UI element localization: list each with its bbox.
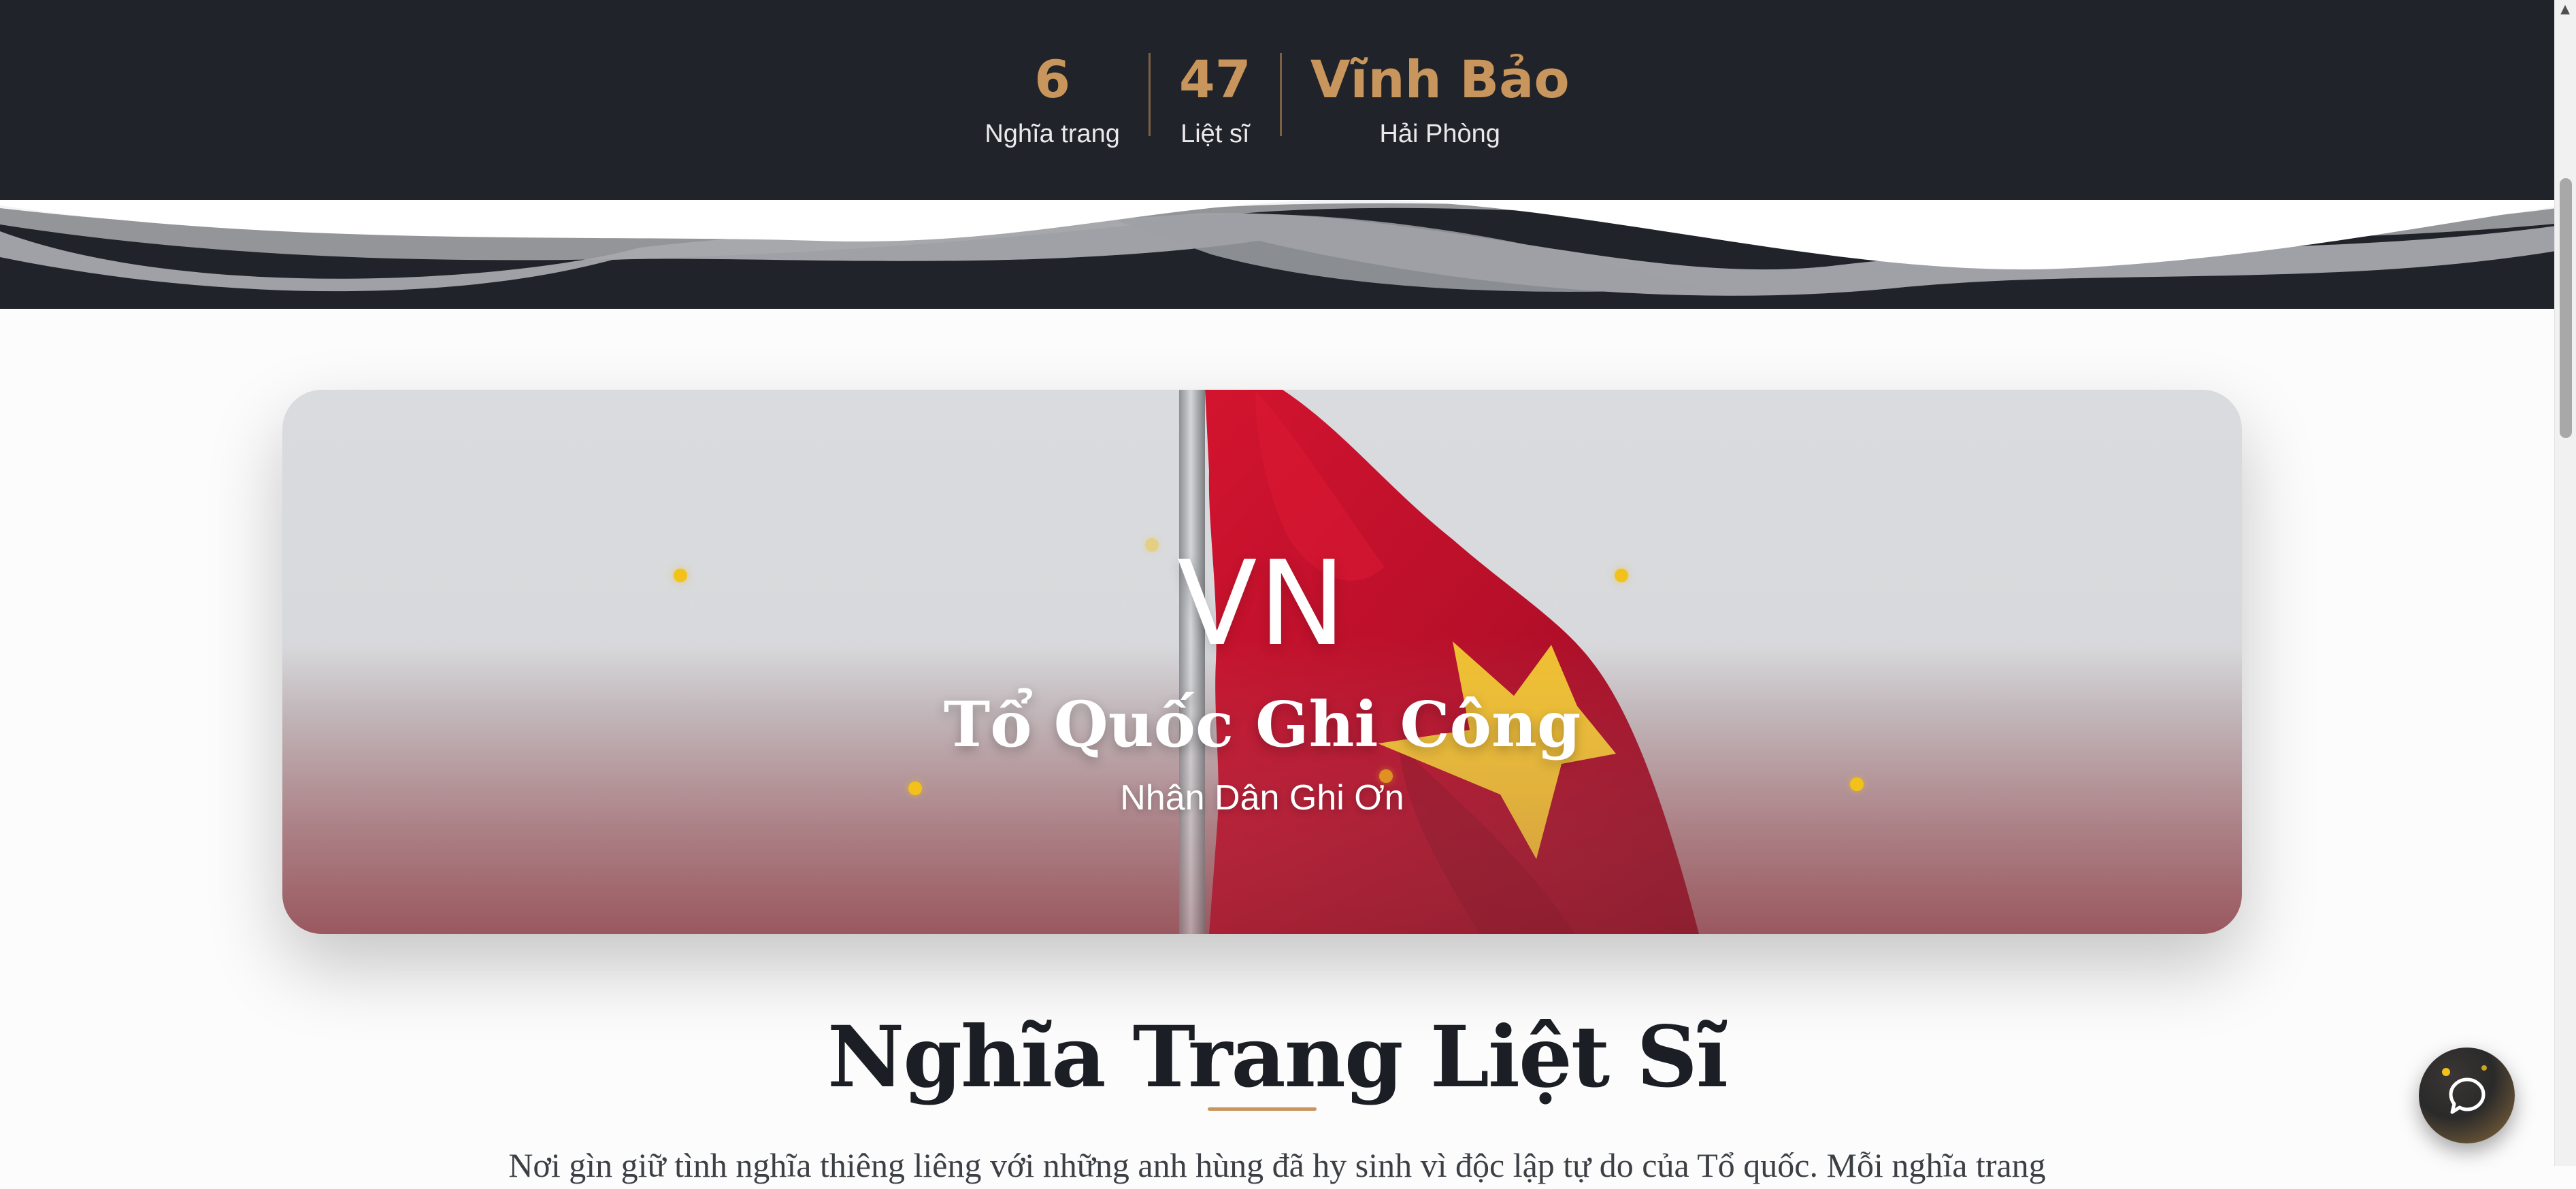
hero-banner: VN Tổ Quốc Ghi Công Nhân Dân Ghi Ơn bbox=[282, 390, 2242, 934]
scrollbar-thumb[interactable] bbox=[2560, 178, 2572, 438]
stats-bar: 6 Nghĩa trang 47 Liệt sĩ Vĩnh Bảo Hải Ph… bbox=[0, 0, 2576, 200]
stat-cemeteries: 6 Nghĩa trang bbox=[956, 42, 1149, 151]
stat-martyrs: 47 Liệt sĩ bbox=[1151, 42, 1280, 151]
stat-label: Nghĩa trang bbox=[985, 120, 1120, 148]
notification-dot bbox=[2481, 1065, 2487, 1071]
stat-value: 47 bbox=[1178, 49, 1251, 110]
wave-divider bbox=[0, 200, 2576, 309]
stat-location: Vĩnh Bảo Hải Phòng bbox=[1282, 42, 1598, 151]
chat-button[interactable] bbox=[2419, 1048, 2515, 1143]
stat-divider bbox=[1148, 53, 1151, 136]
stat-value: 6 bbox=[1034, 49, 1071, 110]
section-description: Nơi gìn giữ tình nghĩa thiêng liêng với … bbox=[508, 1146, 2046, 1184]
stat-value: Vĩnh Bảo bbox=[1310, 49, 1570, 110]
notification-dot bbox=[2442, 1068, 2450, 1076]
hero-badge: VN bbox=[1176, 535, 1348, 672]
stat-divider bbox=[1279, 53, 1282, 136]
title-underline bbox=[1208, 1107, 1317, 1111]
section-title: Nghĩa Trang Liệt Sĩ bbox=[827, 1008, 1728, 1107]
stat-label: Liệt sĩ bbox=[1180, 120, 1250, 148]
stats-group: 6 Nghĩa trang 47 Liệt sĩ Vĩnh Bảo Hải Ph… bbox=[0, 42, 2554, 151]
hero-title: Tổ Quốc Ghi Công bbox=[943, 688, 1581, 761]
chat-bubble-icon bbox=[2449, 1077, 2485, 1113]
chevron-up-icon[interactable]: ▲ bbox=[2558, 3, 2572, 16]
hero-subtitle: Nhân Dân Ghi Ơn bbox=[1120, 778, 1404, 818]
scrollbar[interactable] bbox=[2554, 0, 2576, 1166]
stat-label: Hải Phòng bbox=[1379, 120, 1500, 148]
